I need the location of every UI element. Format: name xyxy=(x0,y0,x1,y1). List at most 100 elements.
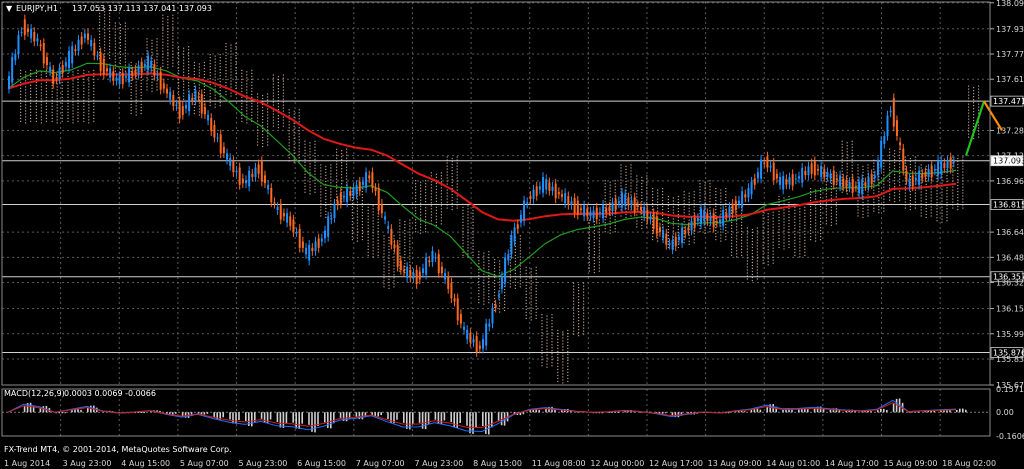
cloud-dot xyxy=(683,209,685,211)
cloud-dot xyxy=(356,240,358,242)
cloud-dot xyxy=(815,237,817,239)
cloud-dot xyxy=(172,53,174,55)
cloud-dot xyxy=(246,92,248,94)
cloud-dot xyxy=(114,34,116,36)
candle-body xyxy=(131,71,134,77)
candle-body xyxy=(677,236,680,240)
cloud-dot xyxy=(736,250,738,252)
cloud-dot xyxy=(241,78,243,80)
cloud-dot xyxy=(346,169,348,171)
cloud-dot xyxy=(851,164,853,166)
chart-menu-icon[interactable]: ▼ xyxy=(6,4,13,13)
symbol-timeframe: EURJPY,H1 xyxy=(16,4,58,13)
candle-body xyxy=(52,69,55,84)
cloud-dot xyxy=(467,250,469,252)
cloud-dot xyxy=(83,96,85,98)
cloud-dot xyxy=(404,227,406,229)
cloud-dot xyxy=(193,112,195,115)
candle-body xyxy=(782,176,785,190)
cloud-dot xyxy=(557,350,559,353)
cloud-dot xyxy=(688,219,690,221)
cloud-dot xyxy=(309,163,311,165)
cloud-dot xyxy=(361,208,363,211)
cloud-dot xyxy=(383,265,385,267)
cloud-dot xyxy=(514,287,516,289)
time-tick-label: 15 Aug 09:00 xyxy=(884,459,938,468)
cloud-dot xyxy=(219,72,221,74)
cloud-dot xyxy=(957,175,959,178)
cloud-dot xyxy=(741,221,743,223)
cloud-dot xyxy=(330,164,332,166)
cloud-dot xyxy=(598,267,600,269)
cloud-dot xyxy=(630,179,632,181)
cloud-dot xyxy=(77,120,79,122)
candle-body xyxy=(545,179,548,190)
cloud-dot xyxy=(736,226,738,228)
cloud-dot xyxy=(372,229,374,231)
candle-body xyxy=(624,194,627,206)
candle-body xyxy=(361,181,364,185)
cloud-dot xyxy=(620,173,622,175)
cloud-dot xyxy=(282,95,284,97)
cloud-dot xyxy=(45,96,47,98)
cloud-dot xyxy=(952,198,954,200)
cloud-dot xyxy=(746,269,748,271)
cloud-dot xyxy=(462,221,464,223)
cloud-dot xyxy=(246,77,248,79)
cloud-dot xyxy=(425,219,427,221)
cloud-dot xyxy=(636,187,638,189)
cloud-dot xyxy=(325,195,327,198)
cloud-dot xyxy=(267,129,269,131)
cloud-dot xyxy=(920,185,922,187)
cloud-dot xyxy=(557,353,559,356)
candle-body xyxy=(371,172,374,188)
cloud-dot xyxy=(514,284,516,286)
cloud-dot xyxy=(620,185,622,187)
cloud-dot xyxy=(183,56,185,58)
cloud-dot xyxy=(356,225,358,227)
cloud-dot xyxy=(968,94,970,96)
cloud-dot xyxy=(904,156,906,158)
cloud-dot xyxy=(667,240,669,243)
cloud-dot xyxy=(883,165,885,167)
cloud-dot xyxy=(625,168,627,171)
cloud-dot xyxy=(535,278,537,280)
cloud-dot xyxy=(567,329,569,332)
macd-histogram-bar xyxy=(880,408,882,413)
cloud-dot xyxy=(172,20,174,22)
cloud-dot xyxy=(662,199,664,202)
candle-body xyxy=(589,211,592,217)
cloud-dot xyxy=(883,195,885,197)
cloud-dot xyxy=(430,193,432,195)
cloud-dot xyxy=(183,92,185,94)
cloud-dot xyxy=(35,111,37,113)
macd-histogram-bar xyxy=(29,402,32,413)
cloud-dot xyxy=(209,78,211,80)
cloud-dot xyxy=(178,85,180,87)
cloud-dot xyxy=(930,182,932,184)
macd-histogram-bar xyxy=(522,412,525,415)
candle-body xyxy=(709,216,712,222)
cloud-dot xyxy=(325,198,327,201)
cloud-dot xyxy=(162,14,164,16)
cloud-dot xyxy=(894,198,896,200)
cloud-dot xyxy=(899,190,901,192)
cloud-dot xyxy=(810,217,812,220)
cloud-dot xyxy=(351,217,353,220)
cloud-dot xyxy=(241,105,243,107)
cloud-dot xyxy=(309,193,311,195)
candle-body xyxy=(794,178,797,180)
cloud-dot xyxy=(899,196,901,198)
cloud-dot xyxy=(377,218,379,220)
cloud-dot xyxy=(598,264,600,266)
cloud-dot xyxy=(783,197,785,199)
cloud-dot xyxy=(772,226,774,228)
cloud-dot xyxy=(440,193,442,195)
cloud-dot xyxy=(298,112,300,114)
candle-body xyxy=(655,216,658,234)
cloud-dot xyxy=(377,224,379,226)
candle-body xyxy=(450,282,453,299)
cloud-dot xyxy=(851,146,853,148)
candle-body xyxy=(621,192,624,208)
trading-chart[interactable]: 137.471137.093136.815136.357135.876 1 Au… xyxy=(0,0,1024,469)
